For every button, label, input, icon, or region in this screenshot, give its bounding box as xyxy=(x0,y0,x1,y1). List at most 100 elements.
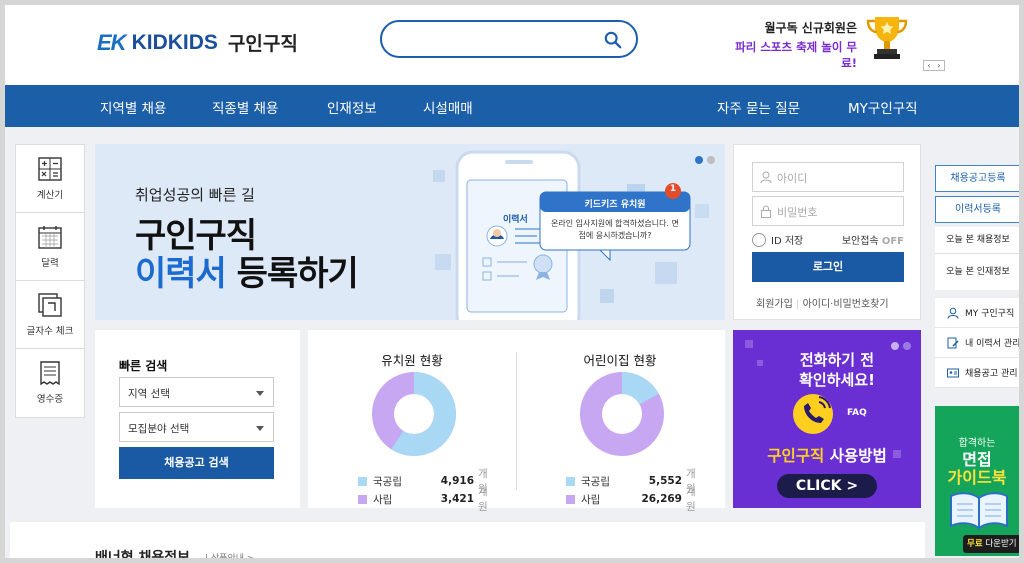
my-resume-link[interactable]: 내 이력서 관리 xyxy=(935,328,1019,358)
popup-text: 온라인 입사지원에 합격하셨습니다. 면접에 응시하겠습니까? xyxy=(551,219,679,240)
job-manage-link[interactable]: 채용공고 관리 xyxy=(935,358,1019,388)
region-select[interactable]: 지역 선택 xyxy=(119,377,274,407)
lock-icon xyxy=(761,205,771,218)
user-icon xyxy=(760,171,772,184)
nav-my-jobs[interactable]: MY구인구직 xyxy=(848,97,918,117)
logo-service-name: 구인구직 xyxy=(227,33,298,55)
guide-download: 다운받기 xyxy=(982,539,1017,549)
tool-receipt-label: 영수증 xyxy=(36,394,64,405)
trophy-icon xyxy=(866,17,908,59)
post-resume-button[interactable]: 이력서등록 xyxy=(935,196,1019,223)
header: EK KIDKIDS 구인구직 월구독 신규회원은 파리 스포츠 축제 놀이 무… xyxy=(5,5,1019,85)
interview-guide-banner[interactable]: 합격하는 면접 가이드북 무료 다운받기 xyxy=(935,406,1019,556)
faq-click-button[interactable]: CLICK > xyxy=(777,474,877,498)
post-job-button[interactable]: 채용공고등록 xyxy=(935,165,1019,192)
faq-title-highlight: 구인구직 xyxy=(767,447,825,465)
book-icon xyxy=(950,492,1008,530)
job-search-button[interactable]: 채용공고 검색 xyxy=(119,447,274,479)
tool-receipt[interactable]: 영수증 xyxy=(16,349,84,417)
guide-download-button[interactable]: 무료 다운받기 xyxy=(963,535,1019,553)
id-save-toggle[interactable]: ID 저장 xyxy=(752,232,803,247)
secure-label: 보안접속 xyxy=(841,236,879,247)
banner-title2: 이력서 등록하기 xyxy=(135,246,359,295)
pager-prev-button[interactable]: ‹ xyxy=(927,61,930,70)
viewed-talent-link[interactable]: 오늘 본 인재정보 xyxy=(935,254,1019,290)
main-nav: 지역별 채용 직종별 채용 인재정보 시설매매 자주 묻는 질문 MY구인구직 xyxy=(5,85,1019,127)
pager-next-button[interactable]: › xyxy=(937,61,940,70)
promo-pager: ‹ › xyxy=(923,60,945,71)
right-quick-menu: 채용공고등록 이력서등록 오늘 본 채용정보 오늘 본 인재정보 MY 구인구직… xyxy=(935,165,1019,388)
calculator-icon xyxy=(38,156,62,181)
faq-title: 구인구직 사용방법 xyxy=(733,444,921,466)
join-link[interactable]: 회원가입 xyxy=(756,299,793,310)
login-panel: 아이디 비밀번호 ID 저장 보안접속 OFF 로그인 회원가입 | 아이디·비… xyxy=(733,144,921,320)
guide-line2: 면접 xyxy=(962,450,992,469)
id-placeholder: 아이디 xyxy=(777,172,808,185)
banner-dots xyxy=(695,156,715,164)
kindergarten-title: 유치원 현황 xyxy=(381,353,443,368)
text-count-icon xyxy=(38,292,62,317)
guide-line3: 가이드북 xyxy=(947,468,1007,487)
id-card-icon xyxy=(947,368,959,377)
secure-state: OFF xyxy=(881,236,904,247)
daycare-private-unit: 개 원 xyxy=(686,486,696,513)
site-logo[interactable]: EK KIDKIDS 구인구직 xyxy=(97,29,298,56)
faq-tag: FAQ xyxy=(847,408,867,418)
nav-talent[interactable]: 인재정보 xyxy=(327,97,377,117)
promo-line1: 월구독 신규회원은 xyxy=(764,21,858,35)
product-info-link[interactable]: | 상품안내 > xyxy=(205,551,254,558)
kindergarten-private-value: 3,421 xyxy=(440,493,474,505)
daycare-title: 어린이집 현황 xyxy=(583,353,657,368)
search-icon[interactable] xyxy=(604,31,622,49)
my-jobs-label: MY 구인구직 xyxy=(965,309,1015,319)
banner-title2-rest: 등록하기 xyxy=(225,254,359,294)
faq-headline: 전화하기 전확인하세요! xyxy=(733,350,921,390)
daycare-donut-chart xyxy=(580,372,664,456)
tool-calendar-label: 달력 xyxy=(41,257,59,269)
faq-banner[interactable]: 전화하기 전확인하세요! FAQ 구인구직 사용방법 CLICK > xyxy=(733,330,921,508)
search-input[interactable] xyxy=(396,29,596,51)
nav-region-jobs[interactable]: 지역별 채용 xyxy=(100,97,166,117)
field-select[interactable]: 모집분야 선택 xyxy=(119,412,274,442)
viewed-jobs-link[interactable]: 오늘 본 채용정보 xyxy=(935,227,1019,254)
tool-calculator[interactable]: 계산기 xyxy=(16,145,84,213)
daycare-private-label: 사립 xyxy=(581,493,601,506)
kindergarten-private-label: 사립 xyxy=(373,493,393,506)
hero-banner[interactable]: 이력서 키드키즈 유치원 1 온라인 입사지원에 합격하셨습니다. 면접에 응시… xyxy=(95,144,725,320)
daycare-private-row: 사립 26,269 개 원 xyxy=(566,484,706,514)
id-save-label: ID 저장 xyxy=(771,236,804,247)
tool-calculator-label: 계산기 xyxy=(36,189,64,201)
my-jobs-link[interactable]: MY 구인구직 xyxy=(935,298,1019,328)
search-box xyxy=(380,20,638,58)
tool-text-count[interactable]: 글자수 체크 xyxy=(16,281,84,349)
password-field[interactable]: 비밀번호 xyxy=(752,196,904,226)
kindergarten-donut-chart xyxy=(372,372,456,456)
faq-title-rest: 사용방법 xyxy=(824,447,887,465)
nav-occupation-jobs[interactable]: 직종별 채용 xyxy=(212,97,278,117)
password-placeholder: 비밀번호 xyxy=(777,206,818,219)
private-legend-swatch xyxy=(566,494,575,504)
find-account-link[interactable]: 아이디·비밀번호찾기 xyxy=(803,299,889,310)
tool-calendar[interactable]: 달력 xyxy=(16,213,84,281)
secure-login-toggle[interactable]: 보안접속 OFF xyxy=(842,232,904,247)
id-save-radio[interactable] xyxy=(752,232,766,247)
guide-free: 무료 xyxy=(967,539,983,549)
faq-line1: 전화하기 전 xyxy=(799,351,875,369)
guide-title: 면접 가이드북 xyxy=(935,451,1019,487)
id-field[interactable]: 아이디 xyxy=(752,162,904,192)
login-button[interactable]: 로그인 xyxy=(752,252,904,282)
daycare-private-value: 26,269 xyxy=(641,493,682,505)
faq-line2: 확인하세요! xyxy=(799,371,875,389)
person-icon xyxy=(947,307,959,319)
page-frame: EK KIDKIDS 구인구직 월구독 신규회원은 파리 스포츠 축제 놀이 무… xyxy=(0,0,1024,563)
daycare-stats: 어린이집 현황 국공립 5,552 개 원 사립 26,269 개 원 xyxy=(516,330,724,513)
nav-faq[interactable]: 자주 묻는 질문 xyxy=(717,97,800,117)
promo-text[interactable]: 월구독 신규회원은 파리 스포츠 축제 놀이 무료! xyxy=(722,19,857,71)
nav-facility-trade[interactable]: 시설매매 xyxy=(423,97,473,117)
quick-search: 빠른 검색 지역 선택 모집분야 선택 채용공고 검색 xyxy=(95,330,300,508)
logo-kidkids: KIDKIDS xyxy=(131,30,218,54)
promo-line2: 파리 스포츠 축제 놀이 무료! xyxy=(735,40,857,70)
banner-dot-2[interactable] xyxy=(707,156,715,164)
banner-dot-1[interactable] xyxy=(695,156,703,164)
job-manage-label: 채용공고 관리 xyxy=(965,369,1018,379)
